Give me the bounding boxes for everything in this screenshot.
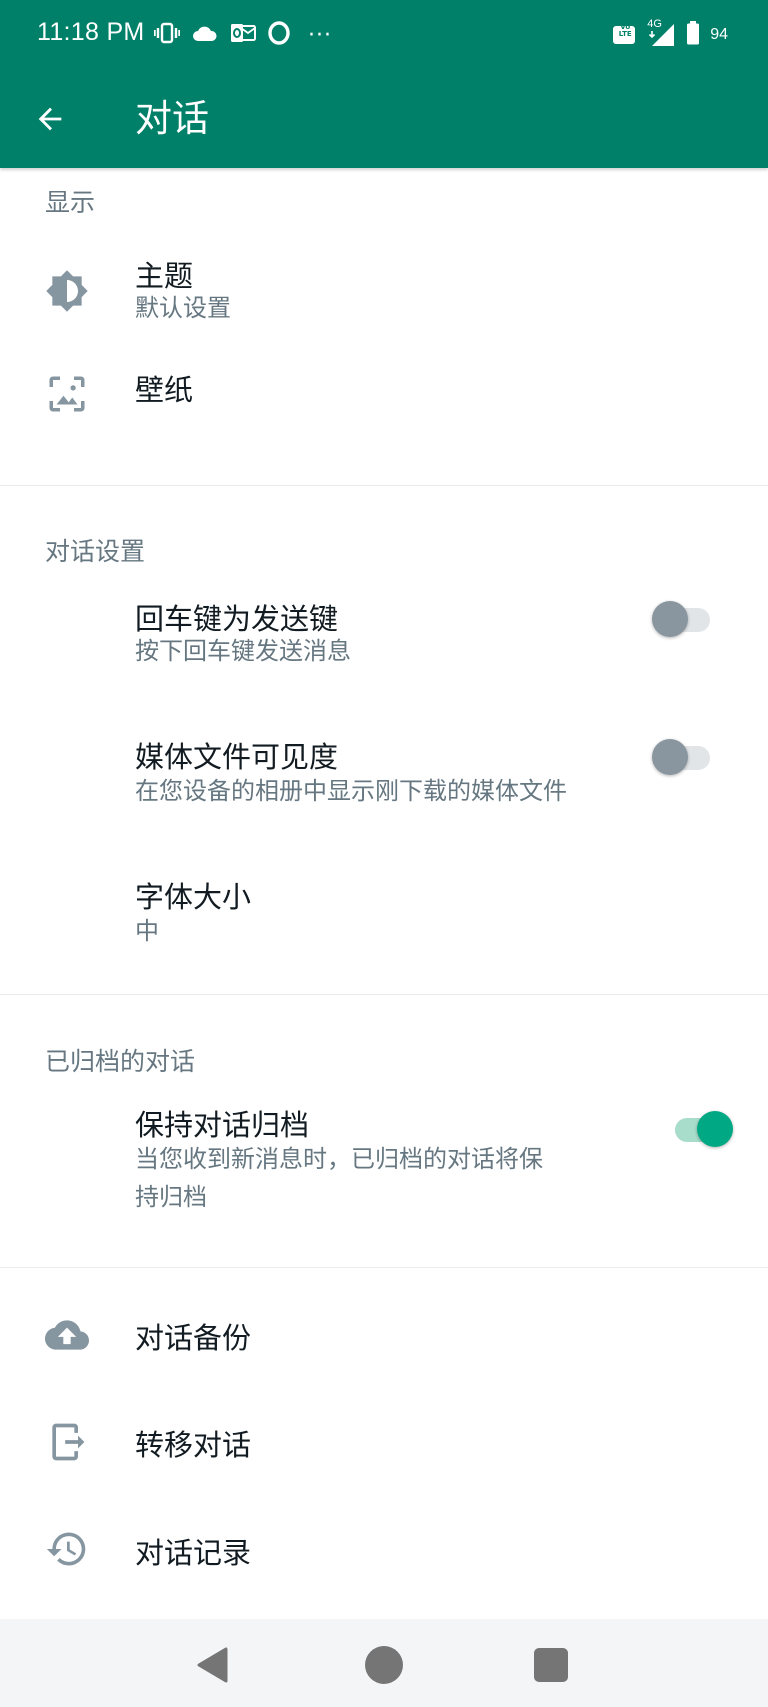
battery-level: 94 <box>710 26 728 43</box>
cloud-icon <box>192 23 218 47</box>
wallpaper-title: 壁纸 <box>135 373 194 407</box>
divider <box>0 485 768 486</box>
nav-recents-button[interactable] <box>523 1637 579 1693</box>
transfer-chats-item[interactable]: 转移对话 <box>0 1392 768 1492</box>
theme-setting[interactable]: 主题 默认设置 <box>0 225 768 335</box>
app-bar: 对话 <box>0 70 768 168</box>
keep-archived-toggle[interactable] <box>667 1108 733 1148</box>
cloud-upload-icon <box>40 1308 94 1362</box>
back-button[interactable] <box>22 91 78 147</box>
chat-backup-title: 对话备份 <box>135 1321 252 1355</box>
wallpaper-icon <box>40 367 94 421</box>
nav-back-button[interactable] <box>185 1637 241 1693</box>
font-size-setting[interactable]: 字体大小 中 <box>0 860 768 960</box>
status-system-icons: Vo LTE 4G 94 <box>612 18 728 50</box>
keep-archived-setting[interactable]: 保持对话归档 当您收到新消息时，已归档的对话将保 持归档 <box>0 1090 768 1230</box>
page-title: 对话 <box>135 97 209 140</box>
transfer-chats-title: 转移对话 <box>135 1428 252 1462</box>
nav-home-button[interactable] <box>356 1637 412 1693</box>
wallpaper-setting[interactable]: 壁纸 <box>0 345 768 445</box>
keep-archived-subtitle-line1: 当您收到新消息时，已归档的对话将保 <box>135 1145 543 1173</box>
status-bar: 11:18 PM ··· Vo LTE 4G 94 <box>0 0 768 70</box>
network-type-label: 4G <box>647 18 662 30</box>
brightness-icon <box>40 264 94 318</box>
divider <box>0 1267 768 1268</box>
chat-history-title: 对话记录 <box>135 1536 252 1570</box>
toggle-thumb <box>697 1111 733 1147</box>
section-header-display: 显示 <box>45 188 96 217</box>
toggle-thumb <box>652 739 688 775</box>
system-navigation-bar <box>0 1619 768 1707</box>
arrow-left-icon <box>38 107 62 131</box>
media-visibility-toggle[interactable] <box>652 736 716 776</box>
volte-label: Vo LTE <box>618 23 632 38</box>
keep-archived-title: 保持对话归档 <box>135 1108 310 1142</box>
media-visibility-setting[interactable]: 媒体文件可见度 在您设备的相册中显示刚下载的媒体文件 <box>0 718 768 828</box>
signal-icon: 4G <box>646 18 676 48</box>
circle-home-icon <box>365 1646 403 1684</box>
status-time: 11:18 PM <box>37 18 145 46</box>
divider <box>0 994 768 995</box>
chat-history-item[interactable]: 对话记录 <box>0 1500 768 1600</box>
font-size-title: 字体大小 <box>135 880 252 914</box>
font-size-value: 中 <box>135 917 159 945</box>
section-header-archived: 已归档的对话 <box>45 1047 196 1076</box>
history-icon <box>40 1522 94 1576</box>
section-header-chat-settings: 对话设置 <box>45 537 146 566</box>
enter-is-send-toggle[interactable] <box>652 598 716 638</box>
media-visibility-title: 媒体文件可见度 <box>135 740 339 774</box>
outlook-icon <box>230 22 256 48</box>
toggle-thumb <box>652 601 688 637</box>
media-visibility-subtitle: 在您设备的相册中显示刚下载的媒体文件 <box>135 777 567 805</box>
triangle-back-icon <box>197 1647 228 1683</box>
phone-transfer-icon <box>40 1415 94 1469</box>
opera-icon <box>268 21 290 49</box>
enter-is-send-setting[interactable]: 回车键为发送键 按下回车键发送消息 <box>0 580 768 690</box>
status-notification-icons: ··· <box>153 20 332 50</box>
battery-icon <box>686 21 700 49</box>
theme-value: 默认设置 <box>135 294 231 322</box>
square-recents-icon <box>534 1648 568 1682</box>
vibrate-icon <box>153 21 181 49</box>
chat-backup-item[interactable]: 对话备份 <box>0 1285 768 1385</box>
enter-is-send-subtitle: 按下回车键发送消息 <box>135 637 351 665</box>
keep-archived-subtitle-line2: 持归档 <box>135 1183 207 1211</box>
more-notifications-icon: ··· <box>308 22 332 48</box>
